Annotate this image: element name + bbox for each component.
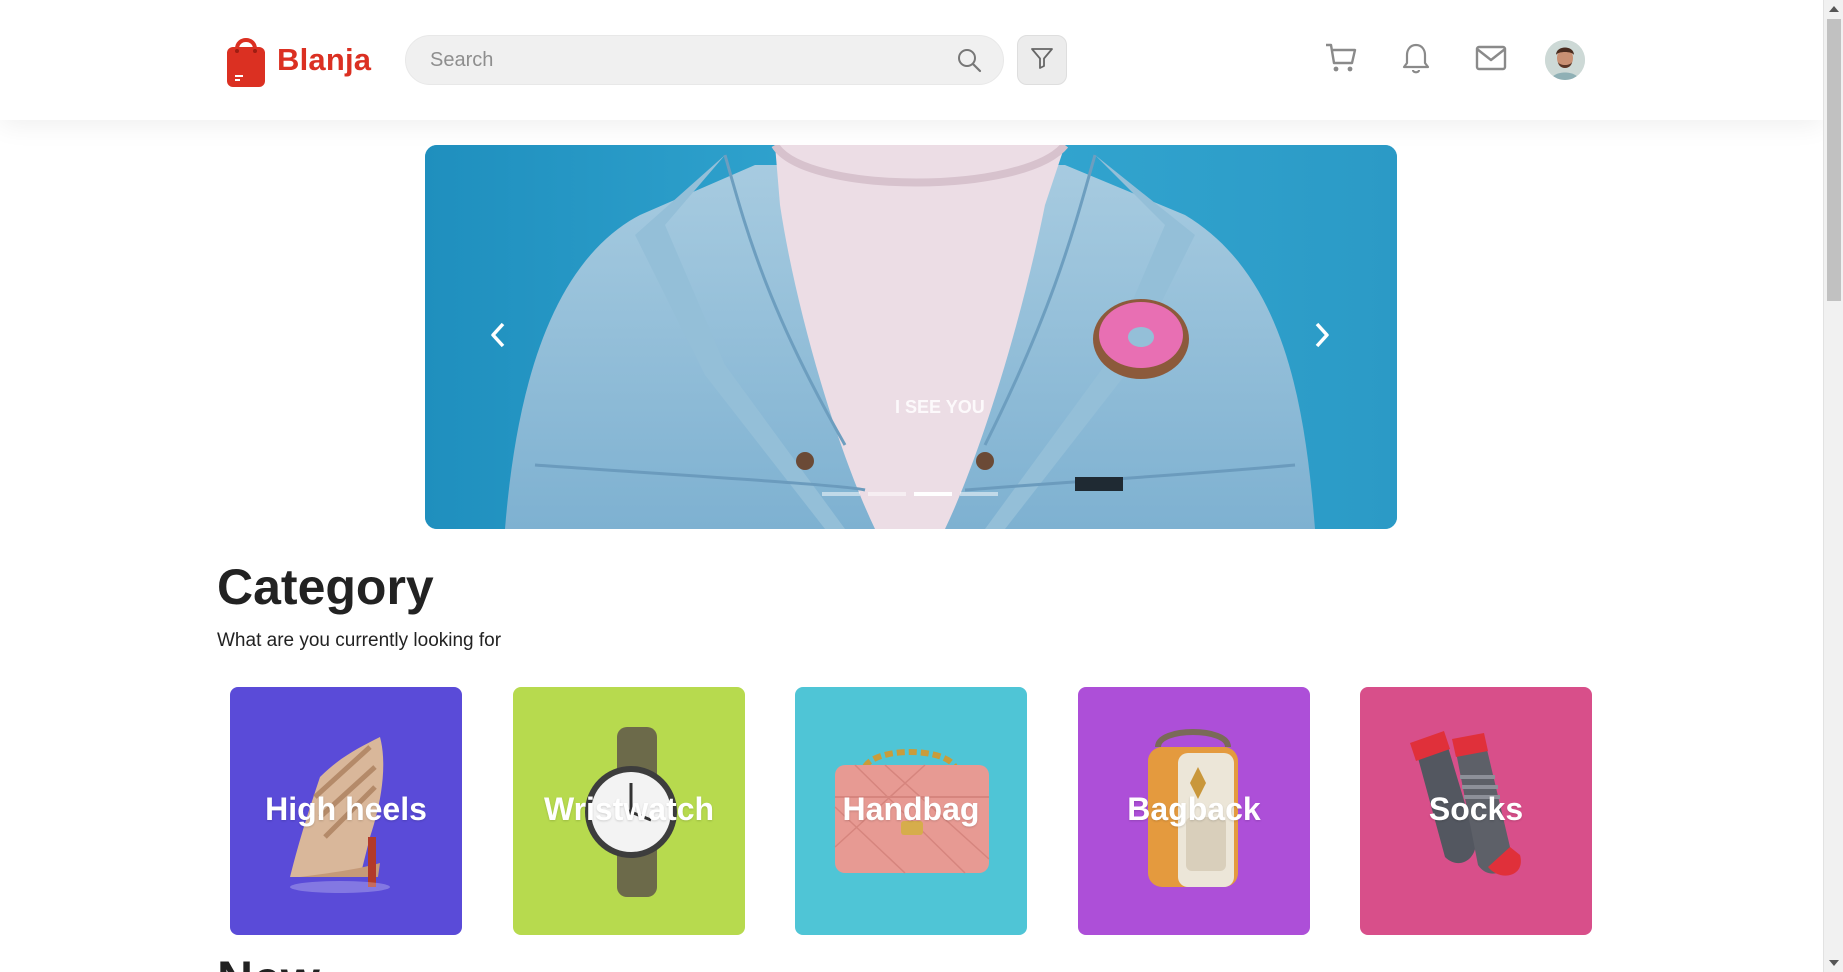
search-input[interactable] [430,48,955,72]
mail-icon [1475,45,1507,76]
shopping-bag-logo-icon [225,31,267,89]
category-card-high-heels[interactable]: High heels [230,687,462,935]
category-card-socks[interactable]: Socks [1360,687,1592,935]
carousel-indicator[interactable] [822,492,860,496]
filter-button[interactable] [1017,35,1067,85]
brand-logo[interactable]: Blanja [225,31,371,89]
top-navbar: Blanja [0,0,1823,120]
scroll-up-arrow-icon[interactable] [1829,6,1839,12]
category-card-wristwatch[interactable]: Wristwatch [513,687,745,935]
slide-caption: I SEE YOU [895,397,985,417]
search-icon[interactable] [955,46,983,74]
carousel-next-button[interactable] [1302,317,1342,357]
cart-icon [1324,41,1358,80]
carousel-prev-button[interactable] [478,317,518,357]
filter-icon [1030,46,1054,75]
category-label: Bagback [1127,791,1261,827]
scroll-down-arrow-icon[interactable] [1829,960,1839,966]
scroll-thumb[interactable] [1827,19,1841,301]
carousel-indicators [822,492,998,496]
search-bar [405,35,1004,85]
carousel-slide-image: I SEE YOU [425,145,1397,529]
category-heading: Category [217,559,434,615]
brand-name: Blanja [277,42,372,77]
category-label: Wristwatch [543,791,715,827]
category-card-handbag[interactable]: Handbag [795,687,1027,935]
carousel-indicator[interactable] [960,492,998,496]
cart-button[interactable] [1323,42,1359,78]
category-subtitle: What are you currently looking for [217,630,502,651]
bell-icon [1400,41,1432,80]
notifications-button[interactable] [1398,42,1434,78]
page: Blanja Search I SEE YOU Category What ar… [0,0,1843,972]
chevron-left-icon [488,320,508,355]
chevron-right-icon [1312,320,1332,355]
carousel-indicator[interactable] [914,492,952,496]
category-label: Handbag [842,791,980,827]
messages-button[interactable] [1473,42,1509,78]
category-label: High heels [265,791,427,827]
category-card-bagback[interactable]: Bagback [1078,687,1310,935]
carousel-indicator[interactable] [868,492,906,496]
category-label: Socks [1428,791,1524,827]
avatar[interactable] [1545,40,1585,80]
page-scrollbar[interactable] [1823,0,1843,972]
hero-carousel: I SEE YOU [425,145,1397,529]
new-section-heading: New [217,950,320,972]
